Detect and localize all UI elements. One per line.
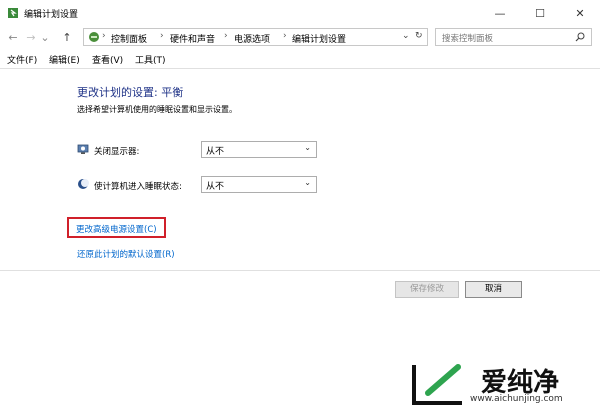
breadcrumb-control-panel[interactable]: 控制面板 <box>111 32 147 45</box>
address-history-chevron-icon[interactable]: ⌄ <box>402 31 410 41</box>
display-off-label: 关闭显示器: <box>94 147 140 157</box>
content-divider <box>0 270 600 271</box>
breadcrumb-power-options[interactable]: 电源选项 <box>234 32 270 45</box>
back-button[interactable]: ← <box>6 30 20 44</box>
menu-divider <box>0 68 600 69</box>
search-input[interactable]: 搜索控制面板 <box>442 32 493 44</box>
up-button[interactable]: ↑ <box>60 30 74 44</box>
search-icon[interactable] <box>575 32 585 42</box>
window-title: 编辑计划设置 <box>24 10 79 20</box>
menu-view[interactable]: 查看(V) <box>92 53 123 66</box>
breadcrumb-hardware-sound[interactable]: 硬件和声音 <box>170 32 215 45</box>
advanced-power-settings-link[interactable]: 更改高级电源设置(C) <box>76 223 157 235</box>
breadcrumb-separator: › <box>102 31 106 41</box>
close-button[interactable]: ✕ <box>560 0 600 26</box>
monitor-icon <box>77 143 89 155</box>
breadcrumb-separator: › <box>224 31 228 41</box>
forward-button[interactable]: → <box>24 30 38 44</box>
brand-logo-icon <box>410 361 466 407</box>
menu-tools[interactable]: 工具(T) <box>135 53 166 66</box>
display-off-select[interactable]: 从不 ⌄ <box>201 141 317 158</box>
watermark-url: www.aichunjing.com <box>470 394 563 404</box>
page-title: 更改计划的设置: 平衡 <box>77 86 184 99</box>
breadcrumb-separator: › <box>160 31 164 41</box>
sleep-moon-icon <box>77 178 89 190</box>
refresh-icon[interactable]: ↻ <box>415 31 423 41</box>
breadcrumb-edit-plan[interactable]: 编辑计划设置 <box>292 32 346 45</box>
power-plan-icon <box>7 7 19 19</box>
display-off-value: 从不 <box>206 147 225 157</box>
sleep-label: 使计算机进入睡眠状态: <box>94 182 182 192</box>
menu-edit[interactable]: 编辑(E) <box>49 53 80 66</box>
breadcrumb-separator: › <box>283 31 287 41</box>
menu-file[interactable]: 文件(F) <box>7 53 37 66</box>
page-subtitle: 选择希望计算机使用的睡眠设置和显示设置。 <box>77 105 237 114</box>
recent-dropdown-button[interactable]: ⌄ <box>40 30 50 44</box>
save-button[interactable]: 保存修改 <box>395 281 459 298</box>
sleep-value: 从不 <box>206 182 225 192</box>
cancel-button[interactable]: 取消 <box>465 281 522 298</box>
restore-defaults-link[interactable]: 还原此计划的默认设置(R) <box>77 248 175 260</box>
search-box[interactable]: 搜索控制面板 <box>435 28 592 46</box>
chevron-down-icon: ⌄ <box>304 143 311 152</box>
minimize-button[interactable]: — <box>480 0 520 26</box>
address-bar[interactable]: › 控制面板 › 硬件和声音 › 电源选项 › 编辑计划设置 ⌄ ↻ <box>83 28 428 46</box>
maximize-button[interactable]: ☐ <box>520 0 560 26</box>
control-panel-icon <box>88 31 100 43</box>
chevron-down-icon: ⌄ <box>304 178 311 187</box>
sleep-select[interactable]: 从不 ⌄ <box>201 176 317 193</box>
